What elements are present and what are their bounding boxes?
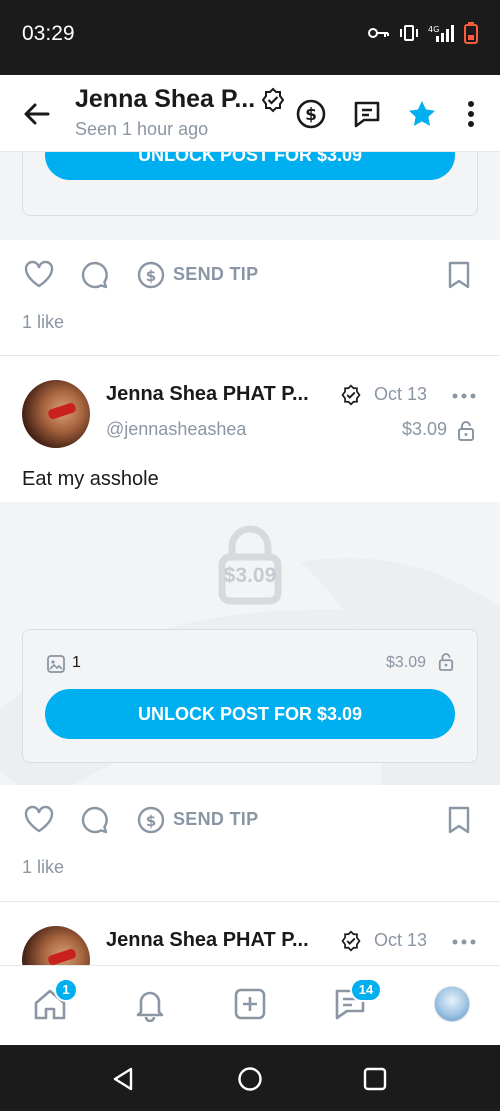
- bottom-navigation: 1 14: [0, 965, 500, 1045]
- post-locked-media: $3.09 1 $3.09 UNLOCK POST FOR $3.09: [0, 502, 500, 785]
- messages-notification-badge: 14: [350, 978, 382, 1002]
- status-time: 03:29: [22, 22, 75, 45]
- like-heart-icon[interactable]: [24, 260, 54, 288]
- lock-icon: [438, 653, 454, 671]
- post-more-icon[interactable]: [452, 939, 476, 945]
- more-options-icon[interactable]: [455, 98, 487, 130]
- post-feed[interactable]: UNLOCK POST FOR $3.09 $ SEND TIP 1 like …: [0, 152, 500, 965]
- post-divider: [0, 901, 500, 902]
- post-price: $3.09: [402, 419, 448, 439]
- verified-icon: [261, 87, 285, 113]
- comment-icon[interactable]: [80, 805, 110, 835]
- system-recents-icon[interactable]: [362, 1066, 388, 1092]
- status-icons: 4G: [368, 22, 478, 44]
- image-count-icon: [47, 655, 65, 673]
- add-post-icon[interactable]: [232, 986, 268, 1022]
- vibrate-icon: [400, 25, 418, 41]
- send-tip-dollar-icon[interactable]: $: [136, 260, 166, 290]
- svg-text:$: $: [305, 105, 317, 125]
- favorite-star-icon[interactable]: [406, 98, 438, 130]
- bookmark-icon[interactable]: [447, 805, 471, 835]
- post-lock-card: 1 $3.09 UNLOCK POST FOR $3.09: [22, 629, 478, 763]
- post-date: Oct 13: [374, 384, 428, 404]
- lock-icon: [458, 421, 474, 441]
- card-price: $3.09: [386, 654, 427, 671]
- header-title[interactable]: Jenna Shea P...: [75, 85, 255, 114]
- notifications-bell-icon[interactable]: [132, 986, 168, 1022]
- like-heart-icon[interactable]: [24, 805, 54, 833]
- signal-icon: 4G: [428, 25, 454, 42]
- top-post-unlock-button[interactable]: UNLOCK POST FOR $3.09: [45, 152, 455, 180]
- system-navigation-bar: [0, 1045, 500, 1111]
- status-bar: 03:29 4G: [0, 0, 500, 75]
- top-post-send-tip-label[interactable]: SEND TIP: [173, 264, 258, 285]
- post-likes[interactable]: 1 like: [22, 857, 64, 878]
- top-post-actions: $ SEND TIP: [0, 240, 500, 310]
- post-unlock-button[interactable]: UNLOCK POST FOR $3.09: [45, 689, 455, 739]
- post-send-tip-label[interactable]: SEND TIP: [173, 809, 258, 830]
- verified-icon: [341, 384, 361, 406]
- send-tip-dollar-icon[interactable]: $: [136, 805, 166, 835]
- media-count: 1: [72, 654, 81, 671]
- home-notification-badge: 1: [54, 978, 78, 1002]
- top-post-likes[interactable]: 1 like: [22, 312, 64, 333]
- vpn-key-icon: [368, 28, 389, 38]
- post-divider: [0, 355, 500, 356]
- verified-icon: [341, 930, 361, 952]
- top-post-lock-card: UNLOCK POST FOR $3.09: [22, 152, 478, 216]
- post-author-name[interactable]: Jenna Shea PHAT P...: [106, 383, 309, 406]
- post-author-avatar[interactable]: [22, 380, 90, 448]
- tip-dollar-icon[interactable]: $: [295, 98, 327, 130]
- system-back-icon[interactable]: [110, 1066, 136, 1092]
- post-more-icon[interactable]: [452, 393, 476, 399]
- svg-text:$: $: [146, 267, 156, 285]
- next-post-author-avatar[interactable]: [22, 926, 90, 965]
- profile-avatar[interactable]: [434, 986, 470, 1022]
- next-post-author-name[interactable]: Jenna Shea PHAT P...: [106, 929, 309, 952]
- chat-header: Jenna Shea P... Seen 1 hour ago $: [0, 75, 500, 152]
- svg-text:$: $: [146, 812, 156, 830]
- back-arrow-icon[interactable]: [22, 99, 52, 129]
- system-home-icon[interactable]: [237, 1066, 263, 1092]
- top-post-media: UNLOCK POST FOR $3.09: [0, 152, 500, 240]
- locked-price-label: $3.09: [223, 564, 277, 587]
- svg-text:4G: 4G: [428, 25, 439, 34]
- bookmark-icon[interactable]: [447, 260, 471, 290]
- header-subtitle: Seen 1 hour ago: [75, 119, 209, 139]
- next-post-date: Oct 13: [374, 930, 428, 950]
- comment-icon[interactable]: [80, 260, 110, 290]
- post-actions: $ SEND TIP: [0, 785, 500, 855]
- battery-low-icon: [464, 22, 478, 44]
- message-icon[interactable]: [351, 98, 383, 130]
- post-author-handle[interactable]: @jennasheashea: [106, 419, 246, 440]
- post-text: Eat my asshole: [22, 468, 159, 490]
